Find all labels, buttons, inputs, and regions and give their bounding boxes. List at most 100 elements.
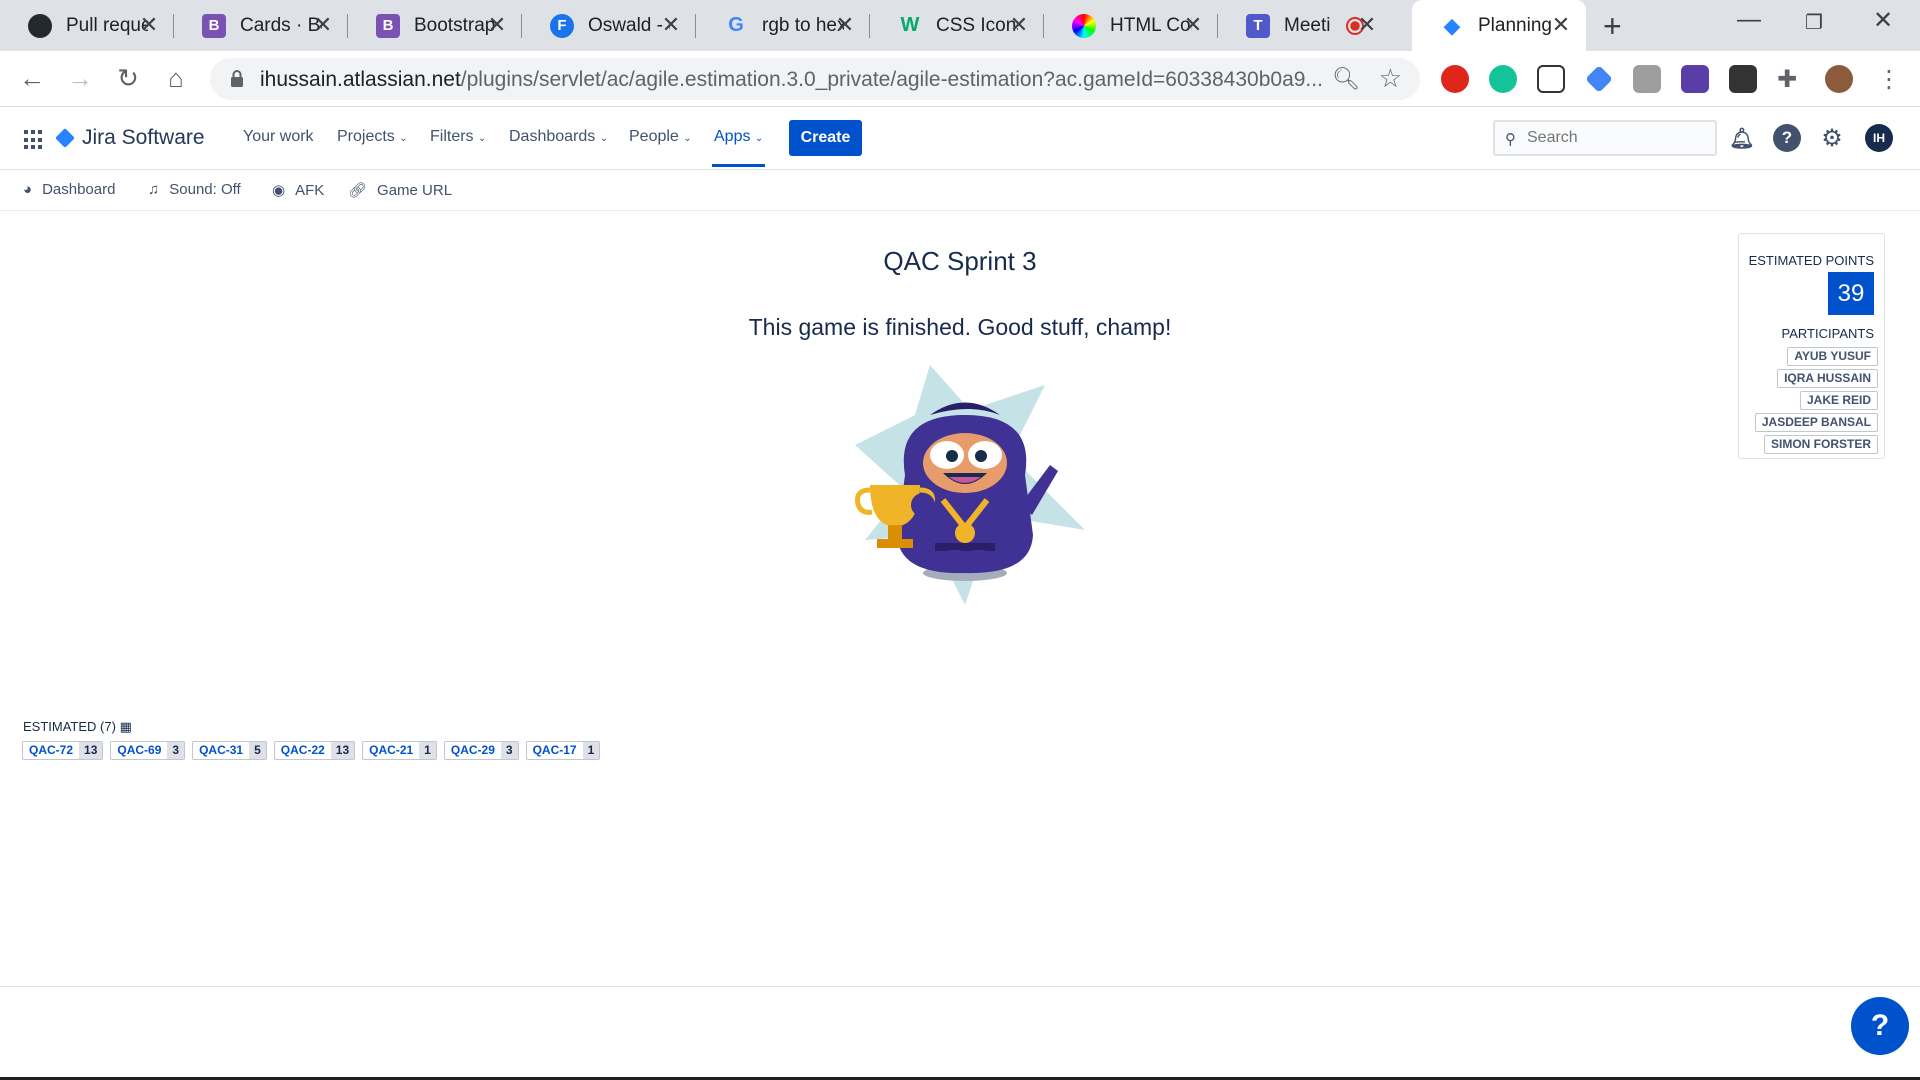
grey-extension-icon[interactable] bbox=[1633, 65, 1661, 93]
menu-people[interactable]: People ⌄ bbox=[629, 128, 692, 146]
close-tab-icon[interactable]: ✕ bbox=[136, 12, 162, 38]
back-button[interactable]: ← bbox=[16, 63, 48, 94]
new-tab-button[interactable]: + bbox=[1603, 8, 1622, 45]
estimated-label: ESTIMATED (7) bbox=[23, 719, 116, 734]
home-icon[interactable]: ⌂ bbox=[160, 63, 192, 94]
issue-key[interactable]: QAC-72 bbox=[23, 742, 80, 759]
issue-chip[interactable]: QAC-72 13 bbox=[22, 741, 104, 760]
selenium-extension-icon[interactable] bbox=[1729, 65, 1757, 93]
browser-tab[interactable]: B Bootstrap ✕ bbox=[348, 0, 522, 51]
extensions-puzzle-icon[interactable]: ✚ bbox=[1777, 65, 1805, 93]
issue-chip[interactable]: QAC-22 13 bbox=[273, 741, 356, 760]
close-tab-icon[interactable]: ✕ bbox=[1354, 12, 1380, 38]
close-tab-icon[interactable]: ✕ bbox=[484, 12, 510, 38]
link-icon: 🔗︎ bbox=[348, 182, 368, 199]
bookmark-star-icon[interactable]: ☆ bbox=[1379, 63, 1402, 94]
issue-chip[interactable]: QAC-69 3 bbox=[110, 741, 186, 760]
browser-menu-icon[interactable]: ⋮ bbox=[1875, 65, 1903, 93]
window-close-button[interactable]: ✕ bbox=[1873, 6, 1893, 35]
menu-dashboards[interactable]: Dashboards ⌄ bbox=[509, 128, 608, 146]
close-tab-icon[interactable]: ✕ bbox=[832, 12, 858, 38]
table-icon[interactable]: ▦ bbox=[120, 719, 132, 734]
participant-chip: JASDEEP BANSAL bbox=[1754, 413, 1878, 432]
issue-key[interactable]: QAC-17 bbox=[526, 742, 583, 759]
chevron-down-icon: ⌄ bbox=[754, 133, 764, 144]
menu-apps[interactable]: Apps ⌄ bbox=[711, 128, 766, 167]
menu-label: Projects bbox=[337, 128, 395, 145]
browser-tab[interactable]: HTML Col ✕ bbox=[1044, 0, 1218, 51]
participant-chip: SIMON FORSTER bbox=[1763, 435, 1878, 454]
user-avatar[interactable]: IH bbox=[1865, 124, 1893, 152]
issue-chip[interactable]: QAC-17 1 bbox=[525, 741, 601, 760]
close-tab-icon[interactable]: ✕ bbox=[1548, 12, 1574, 38]
zoom-icon[interactable]: 🔍︎ bbox=[1332, 66, 1360, 92]
browser-toolbar: ← → ↻ ⌂ ihussain.atlassian.net/plugins/s… bbox=[0, 51, 1920, 107]
purple-extension-icon[interactable] bbox=[1681, 65, 1709, 93]
game-finished-message: This game is finished. Good stuff, champ… bbox=[748, 314, 1172, 340]
minimize-button[interactable]: — bbox=[1737, 6, 1761, 34]
estimated-issues-list: QAC-72 13 QAC-69 3 QAC-31 5 QAC-22 13 QAC-21… bbox=[22, 741, 607, 760]
browser-tab[interactable]: G rgb to hex ✕ bbox=[696, 0, 870, 51]
dashboard-link[interactable]: ◕ Dashboard bbox=[23, 181, 115, 198]
sound-icon: ♫ bbox=[148, 181, 160, 198]
bootstrap-icon: B bbox=[202, 13, 226, 38]
browser-tab[interactable]: W CSS Icons ✕ bbox=[870, 0, 1044, 51]
app-switcher-icon[interactable] bbox=[24, 130, 44, 150]
address-bar[interactable]: ihussain.atlassian.net/plugins/servlet/a… bbox=[210, 58, 1420, 100]
chevron-down-icon: ⌄ bbox=[683, 133, 692, 144]
reload-button[interactable]: ↻ bbox=[112, 63, 144, 94]
game-url-link[interactable]: 🔗︎ Game URL bbox=[348, 181, 452, 200]
issue-chip[interactable]: QAC-31 5 bbox=[192, 741, 267, 760]
diamond-extension-icon[interactable] bbox=[1585, 65, 1613, 93]
issue-chip[interactable]: QAC-29 3 bbox=[443, 741, 519, 760]
url-path: /plugins/servlet/ac/agile.estimation.3.0… bbox=[460, 68, 1323, 91]
issue-points: 1 bbox=[419, 742, 436, 759]
issue-key[interactable]: QAC-22 bbox=[274, 742, 331, 759]
browser-tab-active[interactable]: ◆ Planning ✕ bbox=[1412, 0, 1586, 51]
notifications-icon[interactable]: 🔔︎ bbox=[1728, 124, 1756, 152]
close-tab-icon[interactable]: ✕ bbox=[1180, 12, 1206, 38]
chevron-down-icon: ⌄ bbox=[399, 133, 408, 144]
browser-tab[interactable]: T Meeti ✕ bbox=[1218, 0, 1392, 51]
profile-avatar[interactable] bbox=[1825, 65, 1853, 93]
jira-icon: ◆ bbox=[1443, 12, 1461, 38]
browser-tab[interactable]: B Cards · Bo ✕ bbox=[174, 0, 348, 51]
sound-toggle[interactable]: ♫ Sound: Off bbox=[148, 181, 241, 198]
menu-label: Dashboards bbox=[509, 128, 596, 145]
close-tab-icon[interactable]: ✕ bbox=[310, 12, 336, 38]
raccoon-extension-icon[interactable] bbox=[1537, 65, 1565, 93]
close-tab-icon[interactable]: ✕ bbox=[658, 12, 684, 38]
grammarly-extension-icon[interactable] bbox=[1489, 65, 1517, 93]
create-button[interactable]: Create bbox=[789, 120, 862, 156]
menu-your-work[interactable]: Your work bbox=[243, 128, 314, 146]
close-tab-icon[interactable]: ✕ bbox=[1006, 12, 1032, 38]
browser-tab[interactable]: F Oswald - ( ✕ bbox=[522, 0, 696, 51]
adblock-extension-icon[interactable] bbox=[1441, 65, 1469, 93]
issue-key[interactable]: QAC-21 bbox=[363, 742, 420, 759]
search-box[interactable]: ⚲ bbox=[1493, 120, 1717, 156]
issue-points: 3 bbox=[500, 742, 518, 759]
help-button[interactable]: ? bbox=[1851, 997, 1909, 1055]
search-input[interactable] bbox=[1527, 126, 1707, 150]
restore-button[interactable]: ❐ bbox=[1805, 10, 1823, 35]
issue-points: 5 bbox=[249, 742, 266, 759]
lock-icon bbox=[231, 70, 243, 87]
menu-projects[interactable]: Projects ⌄ bbox=[337, 128, 408, 146]
issue-key[interactable]: QAC-29 bbox=[444, 742, 501, 759]
url-text: ihussain.atlassian.net/plugins/servlet/a… bbox=[260, 68, 1330, 92]
github-icon bbox=[28, 13, 52, 38]
menu-filters[interactable]: Filters ⌄ bbox=[430, 128, 486, 146]
help-icon[interactable]: ? bbox=[1773, 124, 1801, 152]
menu-label: Apps bbox=[714, 128, 751, 145]
issue-chip[interactable]: QAC-21 1 bbox=[362, 741, 437, 760]
issue-key[interactable]: QAC-31 bbox=[193, 742, 250, 759]
issue-key[interactable]: QAC-69 bbox=[111, 742, 168, 759]
google-fonts-icon: F bbox=[550, 13, 574, 38]
jira-logo[interactable]: Jira Software bbox=[55, 126, 205, 150]
jira-diamond-icon bbox=[55, 128, 75, 148]
dashboard-icon: ◕ bbox=[23, 181, 33, 198]
settings-gear-icon[interactable]: ⚙ bbox=[1818, 124, 1846, 152]
forward-button[interactable]: → bbox=[64, 63, 96, 94]
browser-tab[interactable]: Pull reque ✕ bbox=[0, 0, 174, 51]
afk-toggle[interactable]: ◉ AFK bbox=[272, 181, 324, 200]
